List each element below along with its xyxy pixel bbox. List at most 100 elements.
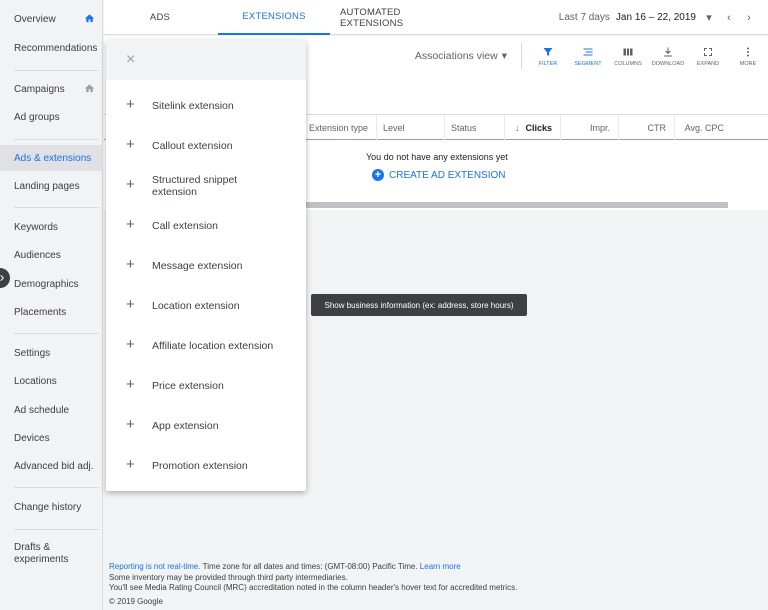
sidebar-item-audiences[interactable]: Audiences [0, 242, 103, 268]
menu-item-price-extension[interactable]: + Price extension [106, 366, 306, 406]
sidebar-item-overview[interactable]: Overview [0, 6, 103, 32]
more-button[interactable]: MORE [728, 36, 768, 76]
tool-label: SEGMENT [574, 60, 602, 67]
sidebar-item-label: Overview [14, 13, 56, 25]
expand-icon [704, 47, 712, 56]
plus-icon: + [126, 336, 135, 353]
column-header-clicks[interactable]: ↓ Clicks [504, 115, 560, 140]
sidebar-item-campaigns[interactable]: Campaigns [0, 76, 103, 102]
sidebar-item-settings[interactable]: Settings [0, 340, 103, 366]
menu-item-callout-extension[interactable]: + Callout extension [106, 126, 306, 166]
home-icon [84, 14, 95, 23]
filter-button[interactable]: FILTER [528, 36, 568, 76]
footer-line-1: Reporting is not real-time. Time zone fo… [109, 562, 517, 573]
learn-more-link[interactable]: Learn more [420, 562, 461, 571]
sidebar-item-label: Keywords [14, 221, 58, 233]
sidebar-item-ad-schedule[interactable]: Ad schedule [0, 397, 103, 423]
copyright: © 2019 Google [109, 596, 163, 606]
menu-item-promotion-extension[interactable]: + Promotion extension [106, 446, 306, 486]
menu-header: × [106, 40, 306, 80]
sidebar-item-locations[interactable]: Locations [0, 368, 103, 394]
column-header-status[interactable]: Status [444, 115, 504, 140]
associations-view-dropdown[interactable]: Associations view ▾ [415, 50, 507, 62]
tab-ads[interactable]: ADS [124, 0, 196, 35]
column-label: Status [451, 122, 477, 133]
sidebar-nav: Overview Recommendations Campaigns Ad gr… [0, 0, 103, 610]
menu-item-label: Affiliate location extension [152, 340, 274, 352]
segment-button[interactable]: SEGMENT [568, 36, 608, 76]
tool-label: FILTER [538, 60, 558, 67]
download-button[interactable]: DOWNLOAD [648, 36, 688, 76]
column-header-avg-cpc[interactable]: Avg. CPC [674, 115, 732, 140]
menu-item-label: Location extension [152, 300, 240, 312]
date-range-picker[interactable]: Last 7 days Jan 16 – 22, 2019 ▾ ‹ › [559, 0, 756, 35]
chevron-right-icon[interactable]: › [742, 12, 756, 24]
column-header-impr[interactable]: Impr. [560, 115, 618, 140]
close-icon[interactable]: × [126, 51, 135, 69]
horizontal-scrollbar[interactable] [304, 202, 728, 208]
tab-automated-extensions[interactable]: AUTOMATED EXTENSIONS [340, 0, 460, 35]
menu-item-app-extension[interactable]: + App extension [106, 406, 306, 446]
column-header-level[interactable]: Level [376, 115, 444, 140]
columns-button[interactable]: COLUMNS [608, 36, 648, 76]
plus-icon: + [126, 376, 135, 393]
sidebar-item-landing-pages[interactable]: Landing pages [0, 173, 103, 199]
column-header-ctr[interactable]: CTR [618, 115, 674, 140]
expand-button[interactable]: EXPAND [688, 36, 728, 76]
plus-icon: + [126, 416, 135, 433]
reporting-not-realtime-link[interactable]: Reporting is not real-time. [109, 562, 201, 571]
menu-item-structured-snippet-extension[interactable]: + Structured snippet extension [106, 166, 306, 206]
sort-arrow-down-icon: ↓ [514, 122, 520, 133]
tool-label: DOWNLOAD [651, 60, 685, 67]
menu-item-label: Call extension [152, 220, 218, 232]
more-icon [747, 47, 749, 56]
location-extension-tooltip: Show business information (ex: address, … [311, 294, 527, 316]
sidebar-item-keywords[interactable]: Keywords [0, 214, 103, 240]
sidebar-item-change-history[interactable]: Change history [0, 494, 103, 520]
column-label: Impr. [589, 122, 610, 133]
column-header-extension-type[interactable]: Extension type [302, 115, 376, 140]
sidebar-item-label: Settings [14, 347, 51, 359]
menu-item-affiliate-location-extension[interactable]: + Affiliate location extension [106, 326, 306, 366]
menu-item-message-extension[interactable]: + Message extension [106, 246, 306, 286]
sidebar-item-label: Demographics [14, 278, 79, 290]
sidebar-item-label: Recommendations [14, 42, 98, 54]
plus-icon: + [126, 96, 135, 113]
sidebar-item-placements[interactable]: Placements [0, 299, 103, 325]
sidebar-item-demographics[interactable]: Demographics [0, 271, 103, 297]
tab-label: AUTOMATED EXTENSIONS [340, 6, 404, 29]
sidebar-item-label: Ad groups [14, 111, 60, 123]
plus-icon: + [126, 216, 135, 233]
plus-icon: + [126, 296, 135, 313]
create-ad-extension-button[interactable]: + CREATE AD EXTENSION [372, 169, 506, 181]
timezone-text: Time zone for all dates and times: (GMT-… [200, 562, 420, 571]
column-label: Avg. CPC [684, 122, 724, 133]
chevron-right-icon [0, 274, 5, 282]
sidebar-item-ad-groups[interactable]: Ad groups [0, 104, 103, 130]
menu-item-location-extension[interactable]: + Location extension [106, 286, 306, 326]
menu-item-call-extension[interactable]: + Call extension [106, 206, 306, 246]
menu-item-sitelink-extension[interactable]: + Sitelink extension [106, 86, 306, 126]
plus-icon: + [126, 456, 135, 473]
column-label: Clicks [525, 122, 552, 133]
sidebar-item-devices[interactable]: Devices [0, 425, 103, 451]
sidebar-divider [14, 139, 99, 140]
sidebar-item-label: Campaigns [14, 83, 65, 95]
sidebar-item-advanced-bid-adj[interactable]: Advanced bid adj. [0, 453, 103, 479]
create-ad-extension-label: CREATE AD EXTENSION [389, 169, 506, 181]
sidebar-item-recommendations[interactable]: Recommendations [0, 35, 103, 61]
sidebar-item-label: Advanced bid adj. [14, 460, 94, 472]
chevron-left-icon[interactable]: ‹ [722, 12, 736, 24]
plus-icon: + [126, 176, 135, 193]
footer-line-2: Some inventory may be provided through t… [109, 572, 348, 582]
menu-item-label: Callout extension [152, 140, 233, 152]
download-icon [664, 47, 672, 56]
sidebar-divider [14, 70, 99, 71]
caret-down-icon: ▾ [501, 50, 507, 62]
sidebar-item-drafts-experiments[interactable]: Drafts & experiments [0, 542, 90, 572]
caret-down-icon[interactable]: ▾ [702, 11, 716, 24]
sidebar-divider [14, 333, 99, 334]
tab-extensions[interactable]: EXTENSIONS [218, 0, 330, 35]
sidebar-item-ads-extensions[interactable]: Ads & extensions [0, 145, 103, 171]
empty-state-message: You do not have any extensions yet [366, 152, 508, 162]
